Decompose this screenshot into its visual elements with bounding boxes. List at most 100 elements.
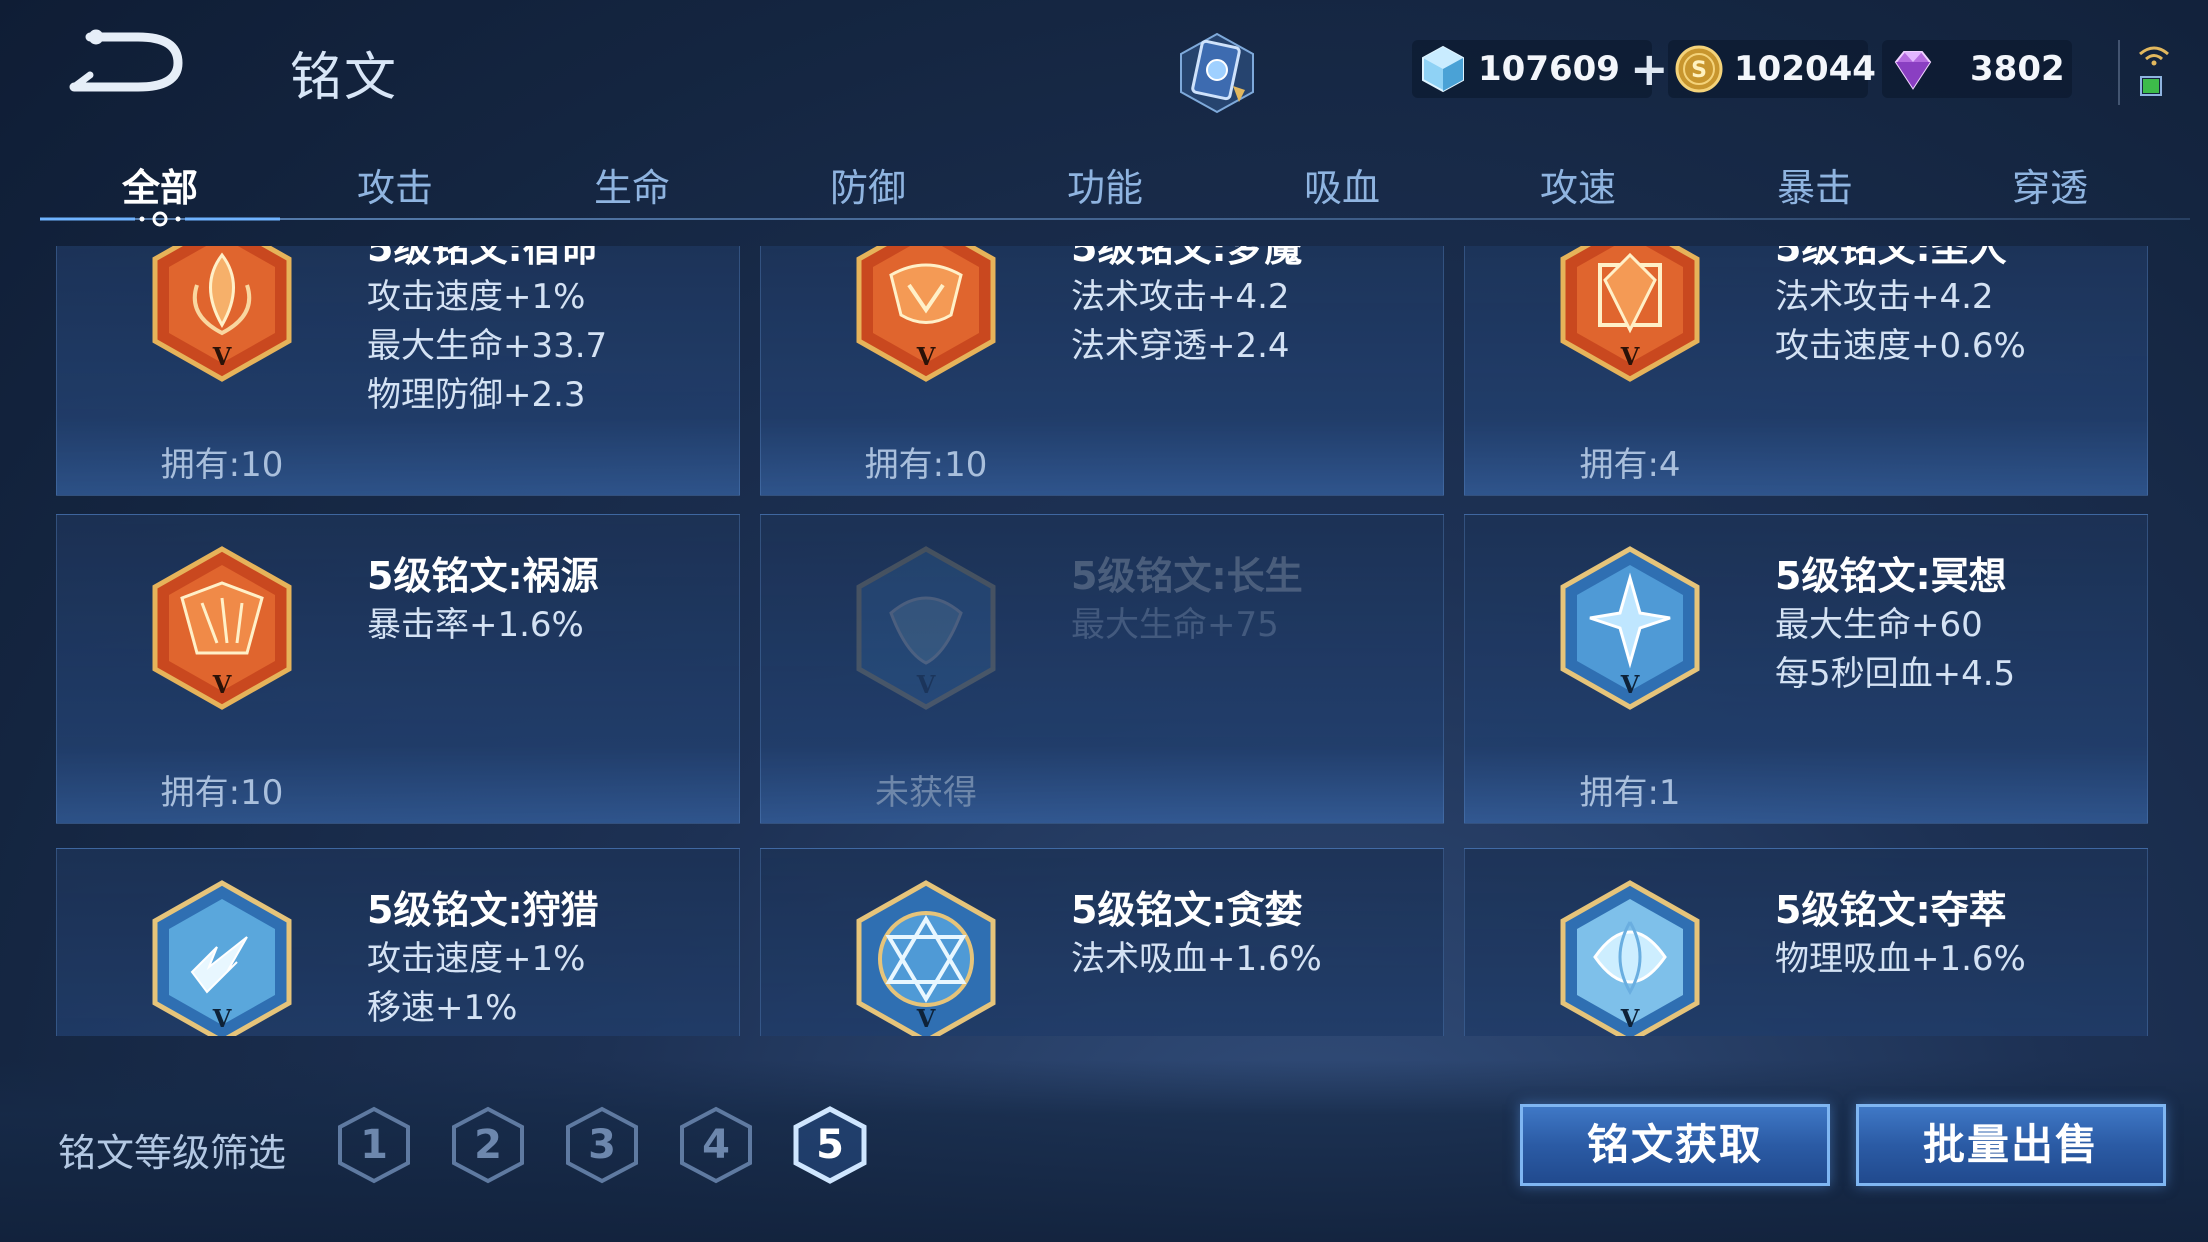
rune-card[interactable]: V 5级铭文:冥想 最大生命+60 每5秒回血+4.5 拥有:1 xyxy=(1464,514,2148,824)
level-filter-3[interactable]: 3 xyxy=(564,1105,640,1185)
rune-name: 5级铭文:贪婪 xyxy=(1071,888,1303,932)
rune-stat: 物理吸血+1.6% xyxy=(1775,939,2026,979)
rune-owned-count: 拥有:10 xyxy=(864,445,988,485)
rune-stat: 法术吸血+1.6% xyxy=(1071,939,1322,979)
rune-stat: 法术攻击+4.2 xyxy=(1775,277,1994,317)
rune-stat: 每5秒回血+4.5 xyxy=(1775,654,2016,694)
rune-card[interactable]: V 5级铭文:梦魇 法术攻击+4.2 法术穿透+2.4 拥有:10 xyxy=(760,246,1444,496)
coin-currency: S 102044 xyxy=(1668,40,1876,98)
gem-currency: 3802 xyxy=(1882,40,2072,98)
rune-stats: 法术吸血+1.6% xyxy=(1071,935,1322,984)
rune-stats: 攻击速度+1% 移速+1% xyxy=(367,935,585,1033)
top-bar: 铭文 107609 + S 102044 3802 xyxy=(0,0,2208,140)
rune-owned-count: 拥有:10 xyxy=(160,445,284,485)
tab-lifesteal[interactable]: 吸血 xyxy=(1304,157,1380,212)
rune-name: 5级铭文:圣人 xyxy=(1775,246,2007,270)
blue-rune-emblem-icon: V xyxy=(1560,880,1700,1036)
rune-stat: 攻击速度+0.6% xyxy=(1775,326,2026,366)
blue-rune-emblem-icon: V xyxy=(856,880,996,1036)
rune-stat: 最大生命+60 xyxy=(1775,605,1983,645)
svg-text:V: V xyxy=(916,342,936,371)
rune-owned-count: 未获得 xyxy=(875,773,977,813)
rune-stat: 法术攻击+4.2 xyxy=(1071,277,1290,317)
level-filter-number: 5 xyxy=(816,1122,844,1168)
svg-text:V: V xyxy=(916,1004,936,1033)
rune-name: 5级铭文:长生 xyxy=(1071,554,1303,598)
level-filter-number: 3 xyxy=(588,1122,616,1168)
back-arrow-icon[interactable] xyxy=(60,25,190,100)
tab-attack[interactable]: 攻击 xyxy=(357,157,433,212)
bulk-sell-button[interactable]: 批量出售 xyxy=(1856,1104,2166,1186)
rune-name: 5级铭文:冥想 xyxy=(1775,554,2007,598)
rune-card[interactable]: V 5级铭文:圣人 法术攻击+4.2 攻击速度+0.6% 拥有:4 xyxy=(1464,246,2148,496)
blue-rune-emblem-icon: V xyxy=(152,880,292,1036)
status-indicators xyxy=(2118,40,2180,105)
level-filter-4[interactable]: 4 xyxy=(678,1105,754,1185)
tab-attack-speed[interactable]: 攻速 xyxy=(1540,157,1616,212)
rune-stats: 暴击率+1.6% xyxy=(367,601,584,650)
wifi-icon xyxy=(2139,46,2169,66)
rune-card[interactable]: V 5级铭文:夺萃 物理吸血+1.6% xyxy=(1464,848,2148,1036)
rune-card[interactable]: V 5级铭文:贪婪 法术吸血+1.6% xyxy=(760,848,1444,1036)
level-filter-1[interactable]: 1 xyxy=(336,1105,412,1185)
rune-owned-count: 拥有:10 xyxy=(160,773,284,813)
rune-card[interactable]: V 5级铭文:长生 最大生命+75 未获得 xyxy=(760,514,1444,824)
battery-icon xyxy=(2140,76,2162,96)
crystal-currency: 107609 + xyxy=(1412,40,1669,98)
tab-defense[interactable]: 防御 xyxy=(830,157,906,212)
rune-name: 5级铭文:夺萃 xyxy=(1775,888,2007,932)
gem-amount: 3802 xyxy=(1970,49,2065,89)
gem-icon xyxy=(1894,51,1932,90)
category-tabs: 全部 攻击 生命 防御 功能 吸血 攻速 暴击 穿透 xyxy=(40,145,2200,227)
rune-stats: 最大生命+75 xyxy=(1071,601,1279,650)
crystal-icon xyxy=(1422,45,1464,93)
tab-all[interactable]: 全部 xyxy=(122,157,198,212)
tab-underline xyxy=(40,218,2190,220)
svg-text:V: V xyxy=(1620,1004,1640,1033)
rune-card[interactable]: V 5级铭文:狩猎 攻击速度+1% 移速+1% xyxy=(56,848,740,1036)
rune-card[interactable]: V 5级铭文:宿命 攻击速度+1% 最大生命+33.7 物理防御+2.3 拥有:… xyxy=(56,246,740,496)
svg-text:V: V xyxy=(212,670,232,699)
red-rune-emblem-icon: V xyxy=(152,246,292,382)
blue-rune-emblem-icon: V xyxy=(1560,546,1700,710)
tab-penetration[interactable]: 穿透 xyxy=(2012,157,2088,212)
level-filter-number: 1 xyxy=(360,1122,388,1168)
rune-book-icon[interactable] xyxy=(1175,30,1260,115)
blue-rune-emblem-icon: V xyxy=(856,546,996,710)
svg-text:V: V xyxy=(212,342,232,371)
level-filter-2[interactable]: 2 xyxy=(450,1105,526,1185)
svg-text:V: V xyxy=(1620,670,1640,699)
tab-critical[interactable]: 暴击 xyxy=(1777,157,1853,212)
svg-text:S: S xyxy=(1691,58,1707,83)
rune-owned-count: 拥有:4 xyxy=(1579,445,1681,485)
level-filter-label: 铭文等级筛选 xyxy=(58,1131,287,1175)
rune-stat: 攻击速度+1% xyxy=(367,939,586,979)
svg-text:V: V xyxy=(916,670,936,699)
rune-grid: V 5级铭文:宿命 攻击速度+1% 最大生命+33.7 物理防御+2.3 拥有:… xyxy=(56,246,2156,1036)
rune-name: 5级铭文:梦魇 xyxy=(1071,246,1303,270)
rune-stat: 最大生命+33.7 xyxy=(367,326,608,366)
tab-health[interactable]: 生命 xyxy=(594,157,670,212)
level-filter-number: 2 xyxy=(474,1122,502,1168)
rune-stats: 物理吸血+1.6% xyxy=(1775,935,2026,984)
red-rune-emblem-icon: V xyxy=(856,246,996,382)
tab-utility[interactable]: 功能 xyxy=(1067,157,1143,212)
red-rune-emblem-icon: V xyxy=(1560,246,1700,382)
active-tab-indicator xyxy=(40,211,280,227)
add-crystal-plus-icon[interactable]: + xyxy=(1630,46,1669,92)
svg-text:V: V xyxy=(1620,342,1640,371)
rune-name: 5级铭文:宿命 xyxy=(367,246,599,270)
level-filter-5[interactable]: 5 xyxy=(792,1105,868,1185)
rune-card[interactable]: V 5级铭文:祸源 暴击率+1.6% 拥有:10 xyxy=(56,514,740,824)
svg-text:V: V xyxy=(212,1004,232,1033)
page-title: 铭文 xyxy=(290,48,399,108)
rune-stats: 法术攻击+4.2 攻击速度+0.6% xyxy=(1775,273,2026,371)
rune-stats: 攻击速度+1% 最大生命+33.7 物理防御+2.3 xyxy=(367,273,607,420)
rune-stats: 法术攻击+4.2 法术穿透+2.4 xyxy=(1071,273,1290,371)
crystal-amount: 107609 xyxy=(1478,49,1620,89)
rune-stat: 移速+1% xyxy=(367,988,518,1028)
rune-stats: 最大生命+60 每5秒回血+4.5 xyxy=(1775,601,2015,699)
rune-stat: 暴击率+1.6% xyxy=(367,605,584,645)
acquire-rune-button[interactable]: 铭文获取 xyxy=(1520,1104,1830,1186)
red-rune-emblem-icon: V xyxy=(152,546,292,710)
